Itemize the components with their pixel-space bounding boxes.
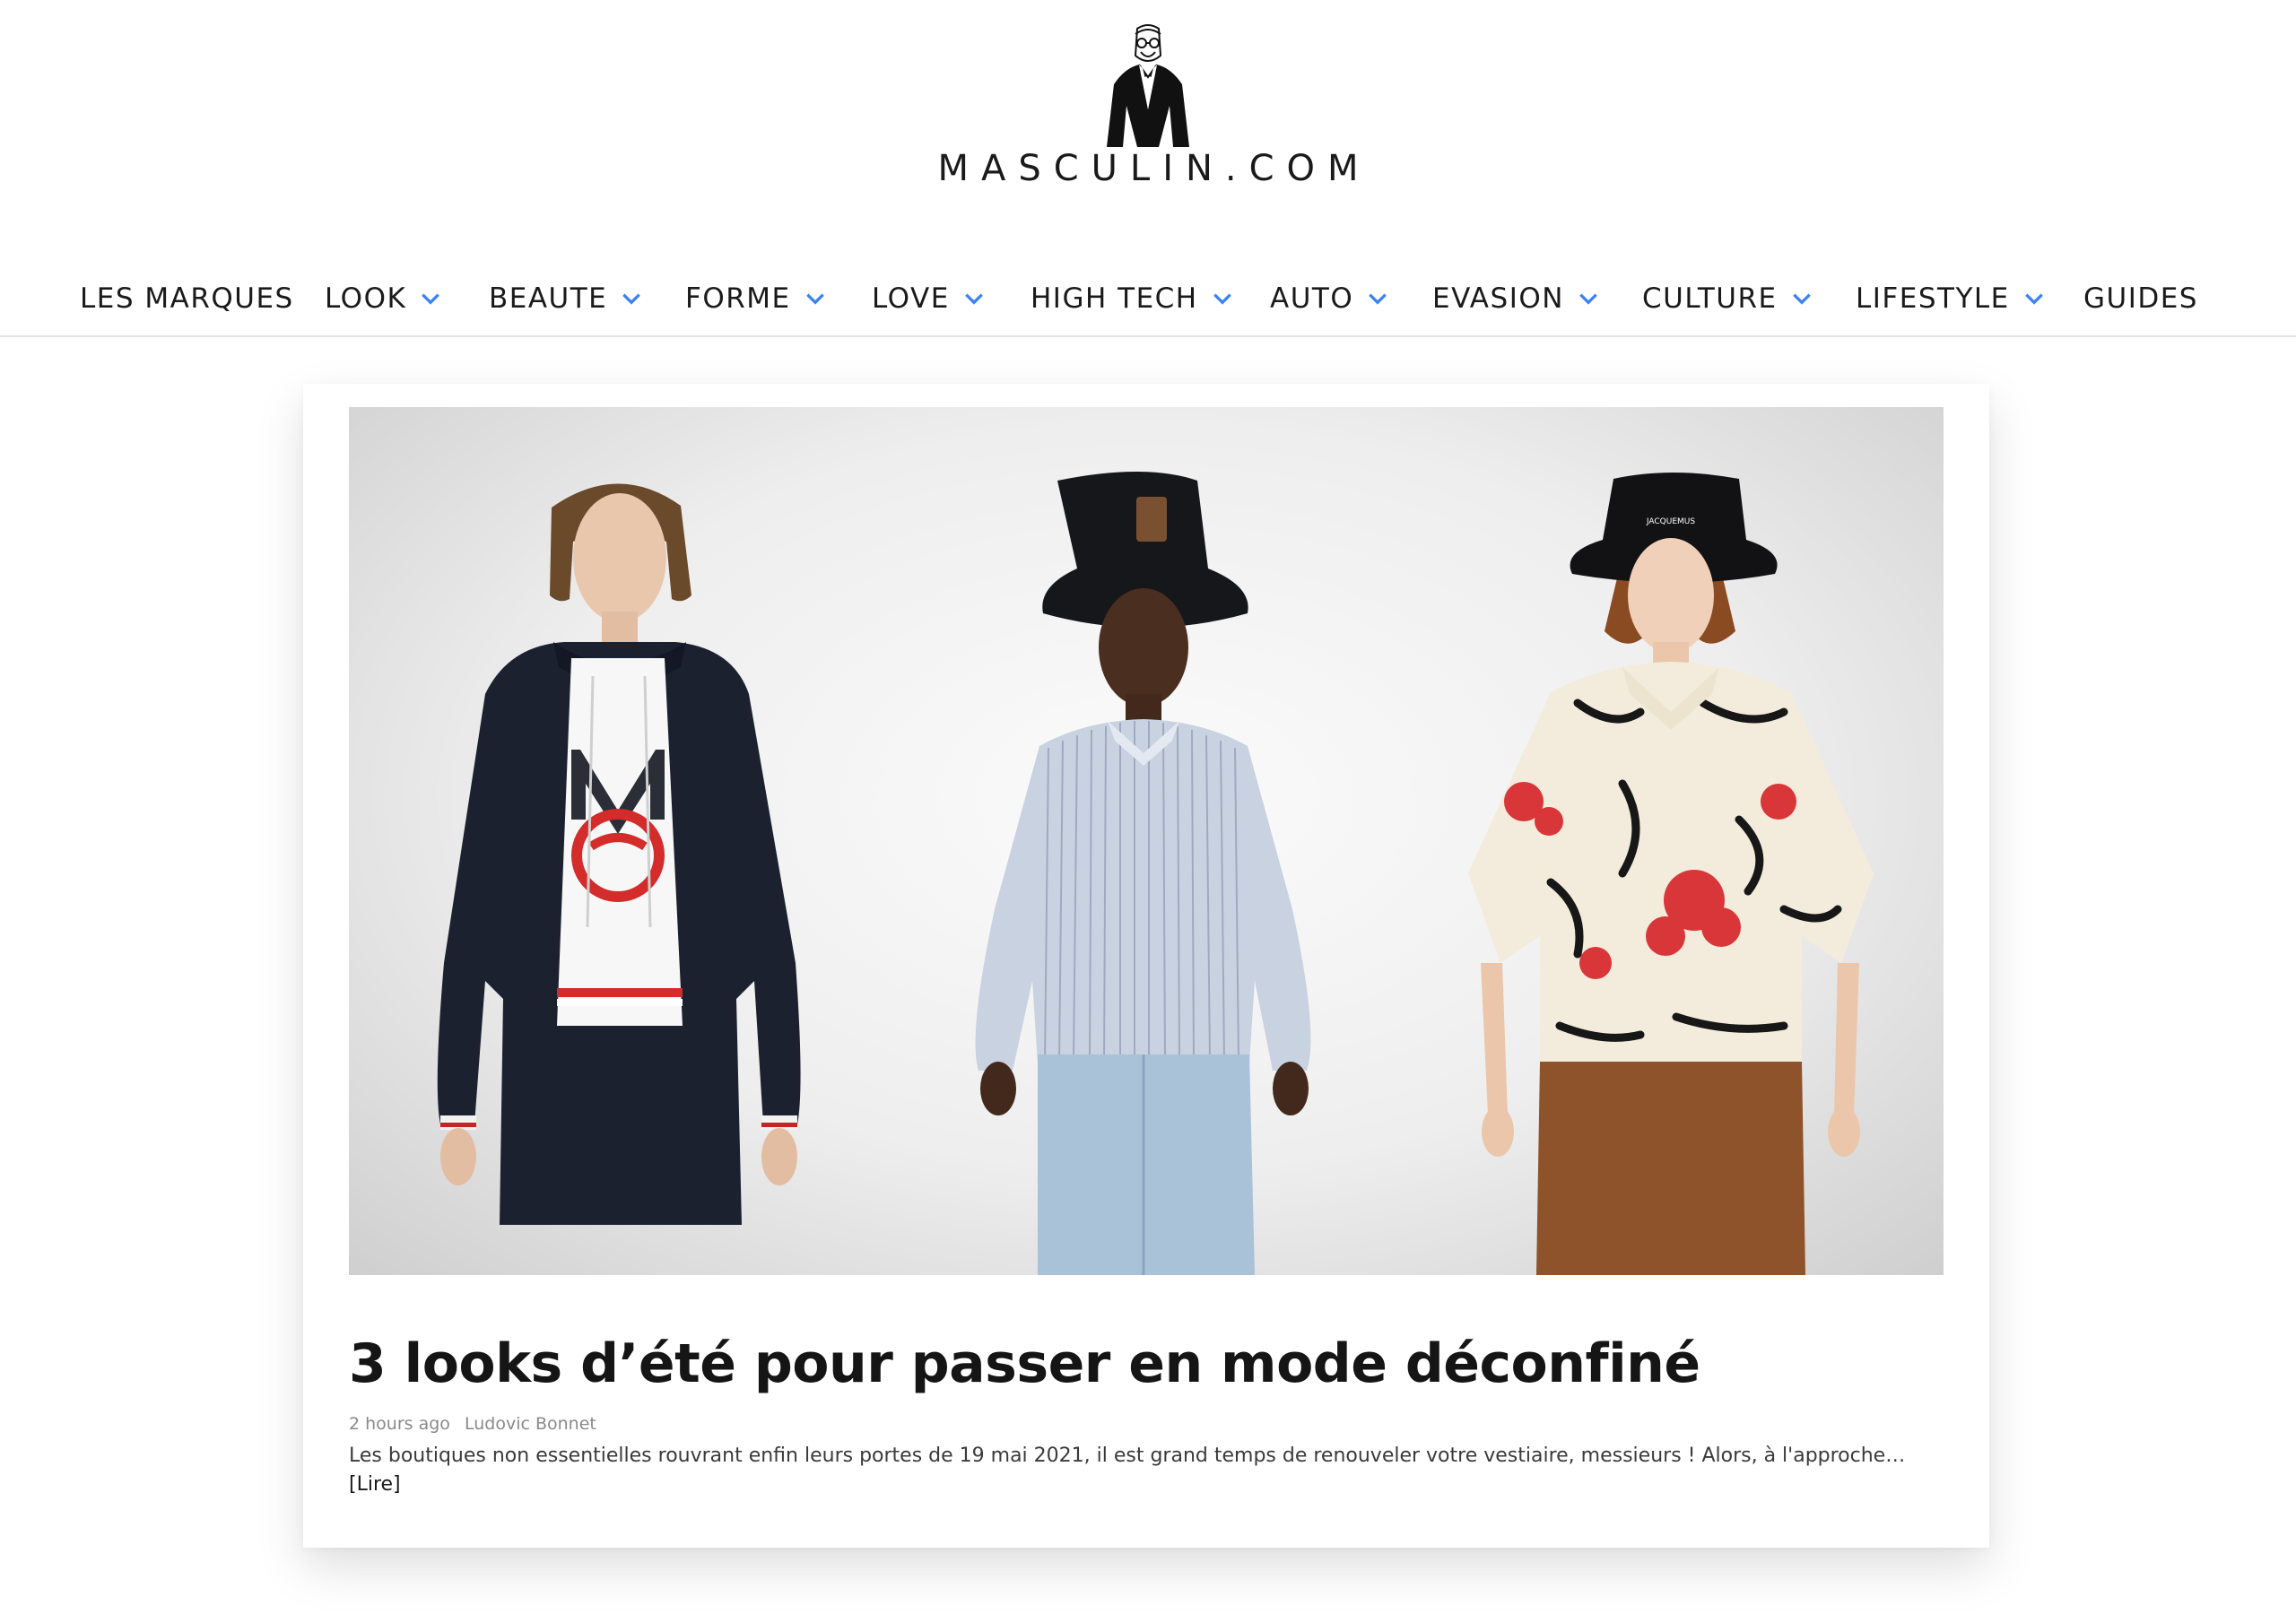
nav-item-high-tech[interactable]: HIGH TECH — [1031, 269, 1234, 328]
nav-item-label: FORME — [685, 282, 791, 315]
article-card[interactable]: JACQUEMUS 3 looks d’été pour passer en m… — [303, 384, 1989, 1548]
nav-item-guides[interactable]: GUIDES — [2083, 269, 2198, 328]
chevron-down-icon — [422, 293, 440, 305]
chevron-down-icon — [805, 293, 824, 305]
main-nav: LES MARQUES LOOK BEAUTE FORME LOVE HIGH … — [0, 269, 2296, 337]
nav-item-les-marques[interactable]: LES MARQUES — [80, 269, 294, 328]
nav-item-label: EVASION — [1432, 282, 1564, 315]
read-more-link[interactable]: [Lire] — [349, 1471, 1945, 1499]
nav-item-lifestyle[interactable]: LIFESTYLE — [1856, 269, 2046, 328]
site-header: MASCULIN.COM — [0, 0, 2296, 224]
hat-brand-text: JACQUEMUS — [1646, 517, 1695, 526]
model-right: JACQUEMUS — [1468, 473, 1874, 1275]
article-author[interactable]: Ludovic Bonnet — [465, 1414, 596, 1434]
chevron-down-icon — [1369, 293, 1387, 305]
nav-item-love[interactable]: LOVE — [872, 269, 986, 328]
chevron-down-icon — [965, 293, 983, 305]
gentleman-logo-icon — [1107, 24, 1189, 147]
article-meta: 2 hours ago Ludovic Bonnet — [349, 1414, 605, 1434]
nav-item-culture[interactable]: CULTURE — [1642, 269, 1813, 328]
nav-item-label: LOOK — [325, 282, 407, 315]
nav-item-label: CULTURE — [1642, 282, 1778, 315]
article-excerpt-text: Les boutiques non essentielles rouvrant … — [349, 1445, 1906, 1467]
article-excerpt: Les boutiques non essentielles rouvrant … — [349, 1442, 1945, 1499]
article-title[interactable]: 3 looks d’été pour passer en mode déconf… — [349, 1332, 1945, 1395]
nav-item-beaute[interactable]: BEAUTE — [489, 269, 643, 328]
nav-item-label: LOVE — [872, 282, 950, 315]
nav-item-label: AUTO — [1270, 282, 1354, 315]
nav-item-evasion[interactable]: EVASION — [1432, 269, 1600, 328]
chevron-down-icon — [1213, 293, 1231, 305]
nav-item-look[interactable]: LOOK — [325, 269, 442, 328]
model-center — [975, 472, 1311, 1275]
article-hero-image[interactable]: JACQUEMUS — [349, 407, 1944, 1275]
model-left — [437, 483, 801, 1225]
article-time: 2 hours ago — [349, 1414, 450, 1434]
nav-item-label: HIGH TECH — [1031, 282, 1198, 315]
chevron-down-icon — [1792, 293, 1811, 305]
nav-item-label: GUIDES — [2083, 282, 2198, 315]
nav-item-label: LES MARQUES — [80, 282, 294, 315]
nav-item-label: LIFESTYLE — [1856, 282, 2010, 315]
chevron-down-icon — [622, 293, 641, 305]
nav-item-forme[interactable]: FORME — [685, 269, 827, 328]
nav-item-label: BEAUTE — [489, 282, 608, 315]
nav-item-auto[interactable]: AUTO — [1270, 269, 1389, 328]
chevron-down-icon — [1579, 293, 1597, 305]
hero-illustration: JACQUEMUS — [437, 472, 1874, 1275]
site-name: MASCULIN.COM — [937, 148, 1371, 189]
chevron-down-icon — [2024, 293, 2043, 305]
